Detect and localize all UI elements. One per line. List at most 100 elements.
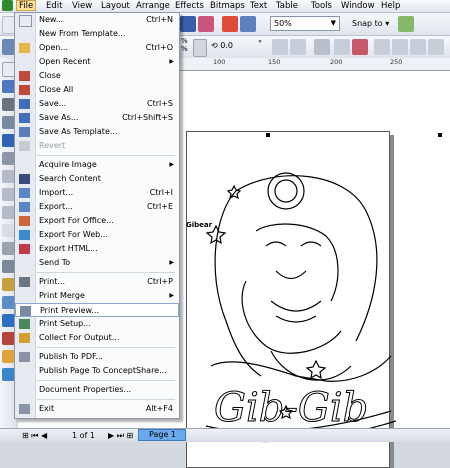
menu-item-exit[interactable]: Exit Alt+F4 [15,402,179,416]
artwork-emblem [267,172,305,210]
save-as-icon [19,113,30,123]
submenu-arrow-icon: ▶ [169,292,174,299]
options-icon[interactable] [222,16,238,32]
menu-item-export-web[interactable]: Export For Web... [15,228,179,242]
print-setup-icon [19,319,30,329]
ruler-tick: 200 [330,58,343,66]
menu-text[interactable]: Text [250,0,267,12]
artwork-caption: Gib-Gib [214,385,368,431]
submenu-arrow-icon: ▶ [169,259,174,266]
first-page-icon[interactable]: ⊞ ⏮ ◀ [22,430,47,441]
page-tab[interactable]: Page 1 [138,429,186,441]
rotation-field[interactable]: ⟲ 0.0 [208,39,254,54]
menu-layout[interactable]: Layout [101,0,130,12]
ungroup-icon[interactable] [334,39,350,55]
menu-separator [37,155,175,156]
selection-handle[interactable] [266,133,270,137]
export-html-icon [19,244,30,254]
menu-item-export-office[interactable]: Export For Office... [15,214,179,228]
template-icon [19,127,30,137]
weld-icon[interactable] [410,39,426,55]
combine-icon[interactable] [374,39,390,55]
artwork-face [255,223,339,302]
menu-item-search-content[interactable]: Search Content [15,172,179,186]
menu-item-close-all[interactable]: Close All [15,83,179,97]
page-count: 1 of 1 [72,431,95,440]
menu-item-save-as-template[interactable]: Save As Template... [15,125,179,139]
mirror-vertical-icon[interactable] [290,39,306,55]
lock-ratio-icon[interactable] [193,39,207,57]
collect-output-icon [19,333,30,343]
menu-item-import[interactable]: Import... Ctrl+I [15,186,179,200]
menu-item-new-from-template[interactable]: New From Template... [15,27,179,41]
save-icon [19,99,30,109]
degree-symbol: ° [258,39,262,48]
menu-separator [37,380,175,381]
break-apart-icon[interactable] [392,39,408,55]
artwork-mouth [270,270,322,323]
menu-item-print[interactable]: Print... Ctrl+P [15,275,179,289]
menu-separator [37,347,175,348]
menu-item-print-merge[interactable]: Print Merge ▶ [15,289,179,303]
pdf-icon [19,352,30,362]
menu-item-open-recent[interactable]: Open Recent ▶ [15,55,179,69]
new-doc-icon [19,15,32,27]
submenu-arrow-icon: ▶ [169,58,174,65]
revert-icon [19,141,30,151]
group-icon[interactable] [314,39,330,55]
menu-item-document-properties[interactable]: Document Properties... [15,383,179,397]
menu-separator [37,272,175,273]
star-icon [305,359,327,380]
menu-item-open[interactable]: Open... Ctrl+O [15,41,179,55]
trim-icon[interactable] [428,39,444,55]
menu-item-new[interactable]: New... Ctrl+N [15,13,179,27]
menu-effects[interactable]: Effects [175,0,204,12]
menu-view[interactable]: View [72,0,92,12]
welcome-icon[interactable] [240,16,256,32]
menu-tools[interactable]: Tools [311,0,332,12]
file-menu: New... Ctrl+N New From Template... Open..… [14,12,180,419]
corel-connect-icon[interactable] [198,16,214,32]
ruler-tick: 150 [268,58,281,66]
ruler-tick: 250 [390,58,403,66]
menu-item-send-to[interactable]: Send To ▶ [15,256,179,270]
ungroup-all-icon[interactable] [352,39,368,55]
submenu-arrow-icon: ▶ [169,161,174,168]
artwork-jaw [241,280,342,354]
mirror-horizontal-icon[interactable] [272,39,288,55]
artwork: Gib-Gib [205,172,396,443]
menu-window[interactable]: Window [341,0,375,12]
menu-edit[interactable]: Edit [46,0,62,12]
menu-item-close[interactable]: Close [15,69,179,83]
menu-item-print-setup[interactable]: Print Setup... [15,317,179,331]
menu-help[interactable]: Help [381,0,400,12]
next-page-icon[interactable]: ▶ ⏭ ⊞ [108,430,133,441]
menu-bitmaps[interactable]: Bitmaps [210,0,245,12]
menu-item-acquire-image[interactable]: Acquire Image ▶ [15,158,179,172]
menu-item-publish-pdf[interactable]: Publish To PDF... [15,350,179,364]
selection-handle[interactable] [438,133,442,137]
snap-icon[interactable] [398,16,414,32]
ruler-tick: 100 [213,58,226,66]
artwork-outline [235,175,378,342]
snap-to-dropdown[interactable]: Snap to ▾ [352,16,389,31]
menu-item-print-preview[interactable]: Print Preview... [15,303,179,317]
app-launcher-icon[interactable] [180,16,196,32]
print-icon [19,277,30,287]
menu-arrange[interactable]: Arrange [136,0,170,12]
export-web-icon [19,230,30,240]
menu-item-collect-output[interactable]: Collect For Output... [15,331,179,345]
menu-item-export[interactable]: Export... Ctrl+E [15,200,179,214]
exit-icon [19,404,30,414]
close-all-icon [19,85,30,95]
zoom-select[interactable]: 50% ▼ [270,16,340,31]
menu-item-revert: Revert [15,139,179,153]
menu-item-export-html[interactable]: Export HTML... [15,242,179,256]
menu-table[interactable]: Table [276,0,298,12]
open-folder-icon [19,43,30,53]
menu-file[interactable]: File [16,0,37,11]
menu-item-publish-conceptshare[interactable]: Publish Page To ConceptShare... [15,364,179,378]
menu-item-save-as[interactable]: Save As... Ctrl+Shift+S [15,111,179,125]
menu-item-save[interactable]: Save... Ctrl+S [15,97,179,111]
export-office-icon [19,216,30,226]
